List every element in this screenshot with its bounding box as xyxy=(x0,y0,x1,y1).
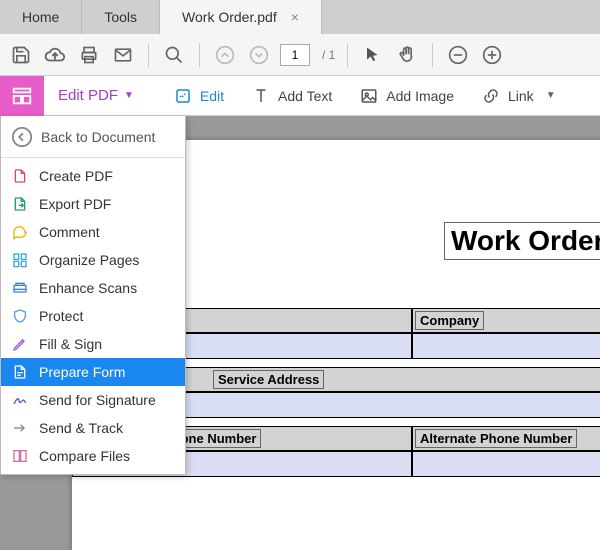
hand-icon[interactable] xyxy=(394,42,420,68)
panel-toggle-button[interactable] xyxy=(0,76,44,116)
tool-label: Fill & Sign xyxy=(39,336,102,352)
toolbar-separator xyxy=(199,43,200,67)
save-icon[interactable] xyxy=(8,42,34,68)
form-icon xyxy=(11,363,29,381)
tab-tools[interactable]: Tools xyxy=(82,0,160,34)
tool-send-signature[interactable]: Send for Signature xyxy=(1,386,185,414)
tool-export-pdf[interactable]: Export PDF xyxy=(1,190,185,218)
grid-icon xyxy=(11,251,29,269)
add-image-label: Add Image xyxy=(386,88,454,104)
tabs-empty xyxy=(322,0,600,34)
tools-list: Create PDF Export PDF Comment Organize P… xyxy=(1,158,185,474)
tool-protect[interactable]: Protect xyxy=(1,302,185,330)
print-icon[interactable] xyxy=(76,42,102,68)
tool-label: Prepare Form xyxy=(39,364,125,380)
tool-label: Export PDF xyxy=(39,196,111,212)
toolbar-separator xyxy=(432,43,433,67)
tool-label: Compare Files xyxy=(39,448,130,464)
tool-label: Enhance Scans xyxy=(39,280,137,296)
tab-home[interactable]: Home xyxy=(0,0,82,34)
link-button[interactable]: Link ▼ xyxy=(468,76,570,116)
link-label: Link xyxy=(508,88,534,104)
edit-toolbar: Edit PDF ▼ Edit Add Text Add Image Link … xyxy=(0,76,600,116)
chevron-down-icon: ▼ xyxy=(546,90,556,101)
file-export-icon xyxy=(11,195,29,213)
add-image-button[interactable]: Add Image xyxy=(346,76,468,116)
tool-create-pdf[interactable]: Create PDF xyxy=(1,162,185,190)
page-down-icon[interactable] xyxy=(246,42,272,68)
field-label-alternate-phone[interactable]: Alternate Phone Number xyxy=(415,429,577,448)
tool-label: Send for Signature xyxy=(39,392,156,408)
tool-organize-pages[interactable]: Organize Pages xyxy=(1,246,185,274)
tool-enhance-scans[interactable]: Enhance Scans xyxy=(1,274,185,302)
file-plus-icon xyxy=(11,167,29,185)
zoom-out-icon[interactable] xyxy=(445,42,471,68)
tab-file[interactable]: Work Order.pdf × xyxy=(160,0,322,34)
tool-send-track[interactable]: Send & Track xyxy=(1,414,185,442)
shield-icon xyxy=(11,307,29,325)
tool-label: Organize Pages xyxy=(39,252,139,268)
page-total: / 1 xyxy=(322,48,335,62)
back-label: Back to Document xyxy=(41,129,155,145)
zoom-in-icon[interactable] xyxy=(479,42,505,68)
field-label-company[interactable]: Company xyxy=(415,311,484,330)
tab-label: Home xyxy=(22,9,59,25)
tool-comment[interactable]: Comment xyxy=(1,218,185,246)
tab-label: Tools xyxy=(104,9,137,25)
signature-icon xyxy=(11,391,29,409)
comment-icon xyxy=(11,223,29,241)
compare-icon xyxy=(11,447,29,465)
send-icon xyxy=(11,419,29,437)
edit-button[interactable]: Edit xyxy=(160,76,238,116)
pointer-icon[interactable] xyxy=(360,42,386,68)
page-up-icon[interactable] xyxy=(212,42,238,68)
main-toolbar: 1 / 1 xyxy=(0,34,600,76)
pen-icon xyxy=(11,335,29,353)
tabs-bar: Home Tools Work Order.pdf × xyxy=(0,0,600,34)
tools-panel: Back to Document Create PDF Export PDF C… xyxy=(0,116,186,475)
cloud-upload-icon[interactable] xyxy=(42,42,68,68)
edit-label: Edit xyxy=(200,88,224,104)
tool-prepare-form[interactable]: Prepare Form xyxy=(1,358,185,386)
field-label-service-address[interactable]: Service Address xyxy=(213,370,324,389)
scanner-icon xyxy=(11,279,29,297)
tool-label: Send & Track xyxy=(39,420,123,436)
form-title[interactable]: Work Order xyxy=(444,222,600,260)
close-icon[interactable]: × xyxy=(291,9,299,25)
mail-icon[interactable] xyxy=(110,42,136,68)
chevron-down-icon: ▼ xyxy=(124,90,134,101)
search-icon[interactable] xyxy=(161,42,187,68)
edit-pdf-dropdown[interactable]: Edit PDF ▼ xyxy=(44,87,148,104)
tool-compare-files[interactable]: Compare Files xyxy=(1,442,185,470)
tool-fill-sign[interactable]: Fill & Sign xyxy=(1,330,185,358)
add-text-label: Add Text xyxy=(278,88,332,104)
toolbar-separator xyxy=(347,43,348,67)
edit-pdf-label: Edit PDF xyxy=(58,87,118,104)
tool-label: Protect xyxy=(39,308,83,324)
page-number-input[interactable]: 1 xyxy=(280,44,310,66)
back-to-document-button[interactable]: Back to Document xyxy=(1,116,185,158)
field-alternate-phone[interactable] xyxy=(412,451,600,477)
tab-label: Work Order.pdf xyxy=(182,9,277,25)
toolbar-separator xyxy=(148,43,149,67)
tool-label: Create PDF xyxy=(39,168,113,184)
field-company[interactable] xyxy=(412,333,600,359)
add-text-button[interactable]: Add Text xyxy=(238,76,346,116)
tool-label: Comment xyxy=(39,224,100,240)
